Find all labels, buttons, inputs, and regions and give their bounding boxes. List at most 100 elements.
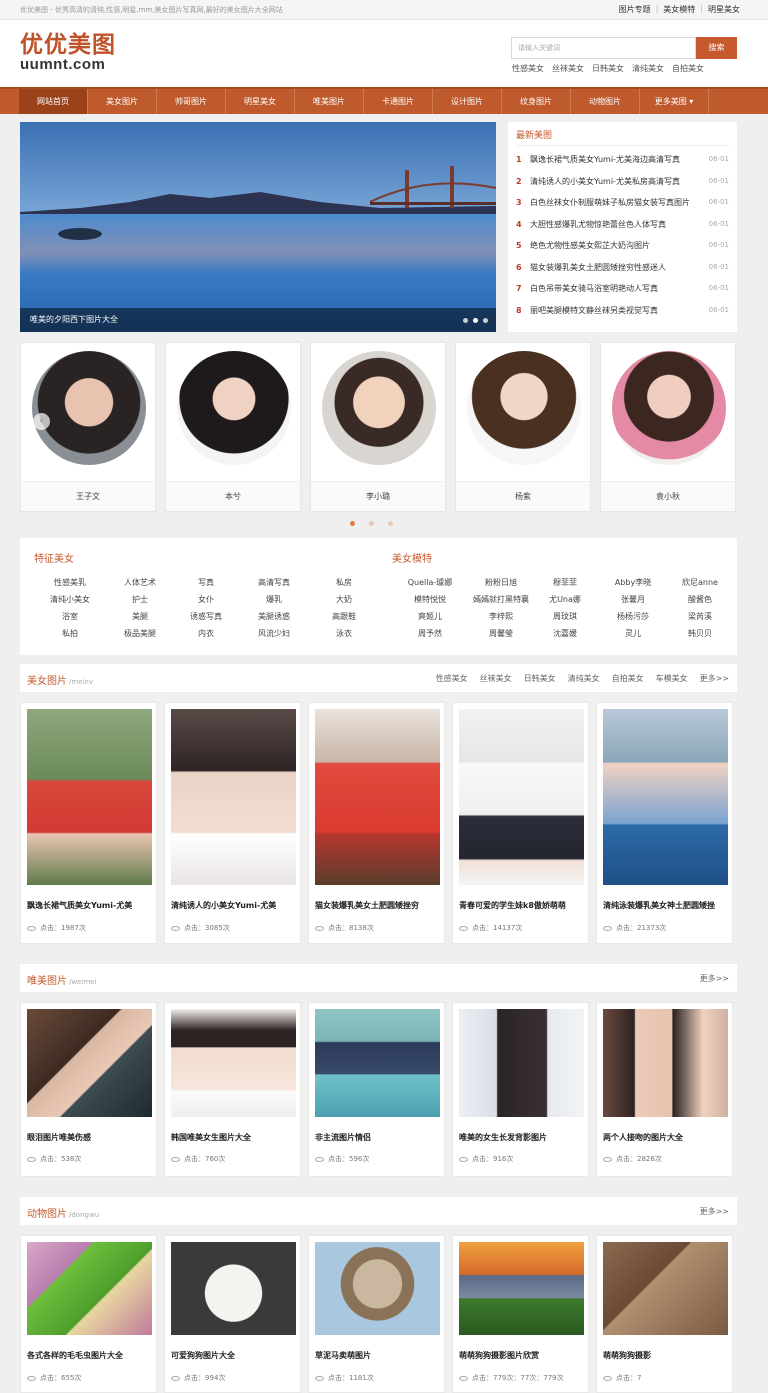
tag-link[interactable]: 泳衣: [318, 625, 370, 642]
banner-dot[interactable]: [483, 318, 488, 323]
top-link-models[interactable]: 美女模特: [663, 4, 695, 15]
card-title[interactable]: 眼泪图片唯美伤感: [27, 1132, 152, 1143]
latest-item[interactable]: 7 白色吊带美女骑马浴室明艳动人写真 06-01: [516, 278, 729, 300]
card-title[interactable]: 韩国唯美女生图片大全: [171, 1132, 296, 1143]
tag-link[interactable]: 韩贝贝: [672, 625, 728, 642]
nav-item-weimei[interactable]: 唯美图片: [295, 89, 364, 114]
card-title[interactable]: 两个人接吻的图片大全: [603, 1132, 728, 1143]
tag-link[interactable]: 写真: [178, 574, 234, 591]
photo-card[interactable]: 清纯泳装爆乳美女神土肥圆矮挫 点击：21373次: [596, 702, 733, 944]
tag-link[interactable]: 浴室: [42, 608, 98, 625]
photo-card[interactable]: 萌萌狗狗摄影图片欣赏 点击：779次：77次：779次: [452, 1235, 589, 1393]
latest-item[interactable]: 2 清纯诱人的小美女Yumi-尤美私房高清写真 06-01: [516, 171, 729, 193]
card-title[interactable]: 猫女装爆乳美女土肥圆矮挫穷: [315, 900, 440, 911]
latest-item[interactable]: 4 大胆性感爆乳尤物惊艳蕾丝色人体写真 06-01: [516, 214, 729, 236]
hotword-link[interactable]: 日韩美女: [592, 63, 624, 74]
pager-dot-active[interactable]: [350, 521, 355, 526]
tag-link[interactable]: 梁芮溪: [672, 608, 728, 625]
tag-link[interactable]: 内衣: [178, 625, 234, 642]
nav-item-cartoon[interactable]: 卡通图片: [364, 89, 433, 114]
latest-item[interactable]: 3 白色丝袜女仆制服萌妹子私房猫女装写真图片 06-01: [516, 192, 729, 214]
card-title[interactable]: 萌萌狗狗摄影图片欣赏: [459, 1350, 584, 1361]
more-link[interactable]: 更多>>: [700, 673, 729, 684]
nav-item-animal[interactable]: 动物图片: [571, 89, 640, 114]
tag-link[interactable]: 高清写真: [246, 574, 302, 591]
latest-item[interactable]: 5 绝色尤物性感美女熙芷大奶沟图片 06-01: [516, 235, 729, 257]
photo-card[interactable]: 眼泪图片唯美伤感 点击：538次: [20, 1002, 157, 1177]
latest-item-title[interactable]: 白色吊带美女骑马浴室明艳动人写真: [530, 278, 703, 300]
star-card[interactable]: 本兮: [165, 342, 301, 512]
hotword-link[interactable]: 丝袜美女: [552, 63, 584, 74]
photo-card[interactable]: 萌萌狗狗摄影 点击：7: [596, 1235, 733, 1393]
section-link[interactable]: 日韩美女: [524, 673, 556, 684]
star-card[interactable]: 李小璐: [310, 342, 446, 512]
hero-banner[interactable]: 唯美的夕阳西下图片大全: [20, 122, 496, 332]
card-title[interactable]: 各式各样的毛毛虫图片大全: [27, 1350, 152, 1361]
tag-link[interactable]: 诱惑写真: [178, 608, 234, 625]
tag-link[interactable]: 周玟琪: [540, 608, 590, 625]
latest-item-title[interactable]: 清纯诱人的小美女Yumi-尤美私房高清写真: [530, 171, 703, 193]
section-link[interactable]: 自拍美女: [612, 673, 644, 684]
card-title[interactable]: 草泥马卖萌图片: [315, 1350, 440, 1361]
tag-link[interactable]: 爽姬儿: [400, 608, 460, 625]
tag-link[interactable]: 爆乳: [246, 591, 302, 608]
pager-dot[interactable]: [369, 521, 374, 526]
photo-card[interactable]: 各式各样的毛毛虫图片大全 点击：655次: [20, 1235, 157, 1393]
search-button[interactable]: 搜索: [696, 37, 737, 59]
banner-dot-active[interactable]: [473, 318, 478, 323]
tag-link[interactable]: 极品美腿: [112, 625, 168, 642]
photo-card[interactable]: 非主流图片情侣 点击：596次: [308, 1002, 445, 1177]
section-link[interactable]: 车模美女: [656, 673, 688, 684]
pager-dot[interactable]: [388, 521, 393, 526]
latest-item-title[interactable]: 绝色尤物性感美女熙芷大奶沟图片: [530, 235, 703, 257]
star-card[interactable]: 袁小秋: [600, 342, 736, 512]
latest-item-title[interactable]: 飘逸长裙气质美女Yumi-尤美海边高清写真: [530, 149, 703, 171]
photo-card[interactable]: 韩国唯美女生图片大全 点击：760次: [164, 1002, 301, 1177]
card-title[interactable]: 清纯诱人的小美女Yumi-尤美: [171, 900, 296, 911]
search-input[interactable]: 请输入关键词: [511, 37, 696, 59]
section-link[interactable]: 丝袜美女: [480, 673, 512, 684]
nav-item-more[interactable]: 更多美图 ▾: [640, 89, 709, 114]
card-title[interactable]: 唯美的女生长发背影图片: [459, 1132, 584, 1143]
tag-link[interactable]: 风流少妇: [246, 625, 302, 642]
nav-item-stars[interactable]: 明星美女: [226, 89, 295, 114]
photo-card[interactable]: 唯美的女生长发背影图片 点击：916次: [452, 1002, 589, 1177]
tag-link[interactable]: 美腿诱惑: [246, 608, 302, 625]
tag-link[interactable]: 女仆: [178, 591, 234, 608]
section-link[interactable]: 清纯美女: [568, 673, 600, 684]
card-title[interactable]: 清纯泳装爆乳美女神土肥圆矮挫: [603, 900, 728, 911]
card-title[interactable]: 青春可爱的学生妹k8傲娇萌萌: [459, 900, 584, 911]
tag-link[interactable]: 沈嘉媛: [540, 625, 590, 642]
photo-card[interactable]: 飘逸长裙气质美女Yumi-尤美 点击：1987次: [20, 702, 157, 944]
tag-link[interactable]: 清纯小美女: [42, 591, 98, 608]
photo-card[interactable]: 猫女装爆乳美女土肥圆矮挫穷 点击：8138次: [308, 702, 445, 944]
banner-dot[interactable]: [463, 318, 468, 323]
latest-item[interactable]: 6 猫女装爆乳美女土肥圆矮挫穷性感迷人 06-01: [516, 257, 729, 279]
tag-link[interactable]: 灵儿: [604, 625, 662, 642]
card-title[interactable]: 萌萌狗狗摄影: [603, 1350, 728, 1361]
tag-link[interactable]: 杨杨污莎: [604, 608, 662, 625]
tag-link[interactable]: 尤Una娜: [540, 591, 590, 608]
more-link[interactable]: 更多>>: [700, 1206, 729, 1217]
tag-link[interactable]: Quella-璩娜: [400, 574, 460, 591]
card-title[interactable]: 飘逸长裙气质美女Yumi-尤美: [27, 900, 152, 911]
tag-link[interactable]: 李梓熙: [464, 608, 538, 625]
more-link[interactable]: 更多>>: [700, 973, 729, 984]
photo-card[interactable]: 青春可爱的学生妹k8傲娇萌萌 点击：14137次: [452, 702, 589, 944]
photo-card[interactable]: 两个人接吻的图片大全 点击：2826次: [596, 1002, 733, 1177]
tag-link[interactable]: 高跟鞋: [318, 608, 370, 625]
hotword-link[interactable]: 自拍美女: [672, 63, 704, 74]
nav-item-design[interactable]: 设计图片: [433, 89, 502, 114]
site-logo[interactable]: 优优美图 uumnt.com: [20, 32, 130, 76]
tag-link[interactable]: 张馨月: [604, 591, 662, 608]
tag-link[interactable]: 私拍: [42, 625, 98, 642]
top-link-topics[interactable]: 图片专题: [619, 4, 651, 15]
hotword-link[interactable]: 清纯美女: [632, 63, 664, 74]
latest-item-title[interactable]: 大胆性感爆乳尤物惊艳蕾丝色人体写真: [530, 214, 703, 236]
tag-link[interactable]: 酸酱色: [672, 591, 728, 608]
photo-card[interactable]: 清纯诱人的小美女Yumi-尤美 点击：3085次: [164, 702, 301, 944]
nav-item-tattoo[interactable]: 纹身图片: [502, 89, 571, 114]
top-link-stars[interactable]: 明星美女: [708, 4, 740, 15]
tag-link[interactable]: 穆菲菲: [540, 574, 590, 591]
tag-link[interactable]: 嫣嫣就打黑特襄: [464, 591, 538, 608]
